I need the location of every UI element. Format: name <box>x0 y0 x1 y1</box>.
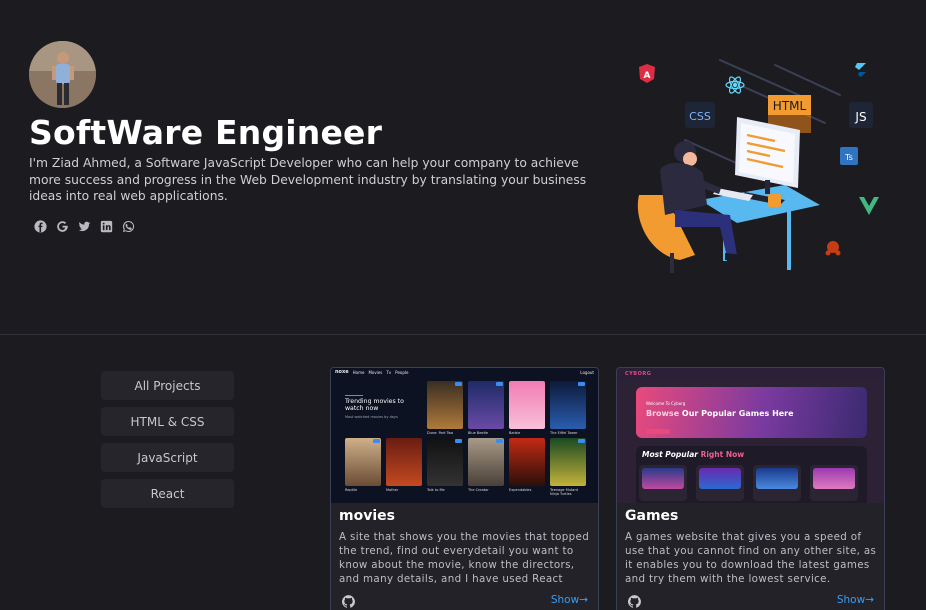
poster-title: The Creator <box>468 488 489 492</box>
poster-title: Dune: Part Two <box>427 431 454 435</box>
poster <box>345 438 381 486</box>
project-title: Games <box>625 508 679 524</box>
preview-brand: CYBORG <box>625 370 652 377</box>
poster <box>427 438 463 486</box>
developer-illustration: A CSS HTML JS Ts <box>625 55 890 280</box>
preview-nav-item: Home <box>352 369 365 375</box>
game-tile <box>696 465 744 501</box>
rating-badge <box>578 382 585 386</box>
preview-banner-button <box>646 429 670 434</box>
preview-heading-text: Trending movies to watch now <box>345 398 404 412</box>
rating-badge <box>373 439 380 443</box>
rating-badge <box>496 382 503 386</box>
preview-brand: noxe <box>335 369 349 375</box>
svg-text:A: A <box>644 71 651 81</box>
rating-badge <box>455 382 462 386</box>
google-icon[interactable] <box>56 220 69 233</box>
preview-body: Welcome To Cyborg Browse Our Popular Gam… <box>617 379 884 503</box>
preview-heading-accent: Browse <box>646 409 680 418</box>
rating-badge <box>578 439 585 443</box>
social-links <box>34 220 135 233</box>
poster <box>427 381 463 429</box>
preview-nav-item: Movies <box>368 369 383 375</box>
linkedin-icon[interactable] <box>100 220 113 233</box>
hero-title: SoftWare Engineer <box>29 113 383 152</box>
filter-javascript[interactable]: JavaScript <box>101 443 234 472</box>
poster-title: Reptile <box>345 488 358 492</box>
poster-title: Barbie <box>509 431 521 435</box>
project-preview-games[interactable]: CYBORG Welcome To Cyborg Browse Our Popu… <box>617 368 884 503</box>
preview-navbar: CYBORG <box>617 368 884 379</box>
game-tile <box>639 465 687 501</box>
filter-react[interactable]: React <box>101 479 234 508</box>
svg-text:HTML: HTML <box>773 99 807 113</box>
project-title: movies <box>339 508 395 524</box>
poster <box>550 438 586 486</box>
poster <box>550 381 586 429</box>
css-badge: CSS <box>685 102 715 128</box>
preview-popular-accent: Right Now <box>697 450 745 459</box>
project-card-movies: noxe Home Movies Tv People Logout Trendi… <box>330 367 599 610</box>
whatsapp-icon[interactable] <box>122 220 135 233</box>
svg-text:JS: JS <box>854 110 866 124</box>
poster <box>468 438 504 486</box>
svg-text:CSS: CSS <box>689 110 711 123</box>
preview-popular-panel: Most Popular Right Now <box>636 446 867 503</box>
poster-title: Talk to Me <box>427 488 445 492</box>
svg-text:Ts: Ts <box>844 153 853 162</box>
project-preview-movies[interactable]: noxe Home Movies Tv People Logout Trendi… <box>331 368 598 503</box>
preview-subheading: Most watched movies by days <box>345 415 398 419</box>
show-project-link[interactable]: Show→ <box>551 594 588 606</box>
js-badge: JS <box>849 102 873 128</box>
preview-welcome: Welcome To Cyborg <box>646 401 686 406</box>
ts-badge: Ts <box>840 147 858 165</box>
jest-icon <box>825 241 841 256</box>
project-description: A games website that gives you a speed o… <box>625 531 877 585</box>
poster-title: Mother <box>386 488 399 492</box>
rating-badge <box>455 439 462 443</box>
preview-popular-text: Most Popular <box>642 450 698 459</box>
preview-banner-heading: Browse Our Popular Games Here <box>646 409 794 418</box>
facebook-icon[interactable] <box>34 220 47 233</box>
github-icon[interactable] <box>341 593 355 608</box>
preview-body: Trending movies to watch now Most watche… <box>331 376 598 503</box>
poster <box>386 438 422 486</box>
rating-badge <box>496 439 503 443</box>
hero-section: SoftWare Engineer I'm Ziad Ahmed, a Soft… <box>0 0 926 334</box>
avatar <box>29 41 96 108</box>
poster <box>509 381 545 429</box>
github-icon[interactable] <box>627 593 641 608</box>
section-divider <box>0 334 926 335</box>
poster-title: Expendables <box>509 488 532 492</box>
filter-all-projects[interactable]: All Projects <box>101 371 234 400</box>
preview-logout: Logout <box>580 369 594 375</box>
preview-heading: Trending movies to watch now Most watche… <box>345 395 405 421</box>
twitter-icon[interactable] <box>78 220 91 233</box>
game-tile <box>753 465 801 501</box>
poster <box>468 381 504 429</box>
poster-title: Teenage Mutant Ninja Turtles <box>550 488 579 496</box>
vue-icon <box>859 197 879 215</box>
filter-html-css[interactable]: HTML & CSS <box>101 407 234 436</box>
preview-banner: Welcome To Cyborg Browse Our Popular Gam… <box>636 387 867 438</box>
preview-heading-rest: Our Popular Games Here <box>679 409 794 418</box>
show-project-link[interactable]: Show→ <box>837 594 874 606</box>
project-description: A site that shows you the movies that to… <box>339 531 590 585</box>
preview-nav-item: People <box>395 369 409 375</box>
flutter-icon <box>855 63 866 77</box>
poster-title: The Eiffel Tower <box>550 431 578 435</box>
hero-description: I'm Ziad Ahmed, a Software JavaScript De… <box>29 156 587 203</box>
poster-title: Blue Beetle <box>468 431 489 435</box>
preview-popular-heading: Most Popular Right Now <box>642 450 744 459</box>
game-tile <box>810 465 858 501</box>
preview-nav-item: Tv <box>386 369 392 375</box>
angular-icon: A <box>639 64 655 83</box>
preview-navbar: noxe Home Movies Tv People Logout <box>331 368 598 376</box>
project-filters: All Projects HTML & CSS JavaScript React <box>101 371 234 515</box>
project-card-games: CYBORG Welcome To Cyborg Browse Our Popu… <box>616 367 885 610</box>
poster <box>509 438 545 486</box>
